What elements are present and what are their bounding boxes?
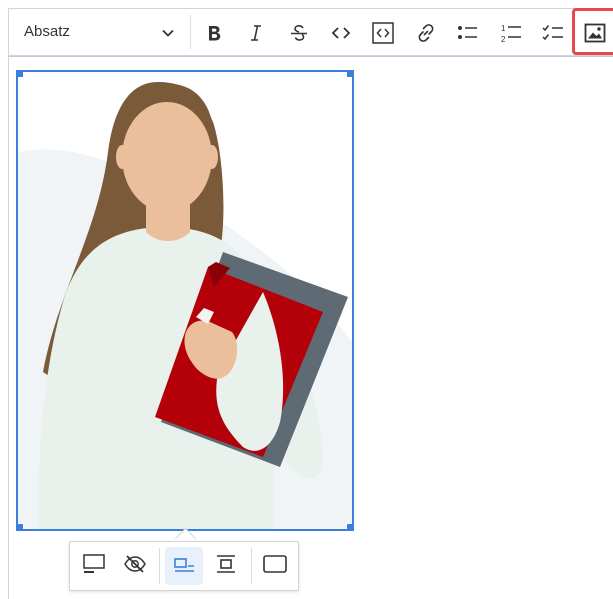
image-toolbar-separator	[251, 548, 252, 584]
italic-icon	[246, 23, 266, 43]
todo-list-icon	[541, 22, 565, 44]
hide-alt-text-button[interactable]	[116, 547, 154, 585]
selected-image[interactable]	[16, 70, 354, 531]
code-block-icon	[371, 21, 395, 45]
toolbar-separator	[190, 15, 191, 49]
link-icon	[415, 22, 437, 44]
numbered-list-icon: 12	[499, 21, 523, 45]
eye-slash-icon	[123, 553, 147, 580]
frame-icon	[262, 553, 288, 580]
align-left-button[interactable]	[165, 547, 203, 585]
resize-image-button[interactable]	[256, 547, 294, 585]
toggle-caption-button[interactable]	[75, 547, 113, 585]
strikethrough-button[interactable]	[282, 16, 316, 50]
strikethrough-icon	[288, 22, 310, 44]
image-contextual-toolbar	[69, 541, 299, 591]
resize-handle-bottom-left[interactable]	[18, 523, 24, 529]
editor-top-border	[8, 56, 613, 57]
image-toolbar-separator	[159, 548, 160, 584]
code-icon	[330, 22, 352, 44]
bold-button[interactable]	[197, 16, 231, 50]
chevron-down-icon	[161, 26, 175, 40]
code-block-button[interactable]	[366, 16, 400, 50]
resize-handle-top-right[interactable]	[346, 72, 352, 78]
paragraph-format-dropdown[interactable]: Absatz	[9, 9, 189, 55]
bold-icon	[204, 23, 224, 43]
caption-icon	[82, 553, 106, 580]
editor-toolbar: Absatz 1 2	[8, 8, 613, 56]
svg-text:2: 2	[501, 35, 506, 44]
align-center-button[interactable]	[207, 547, 245, 585]
bulleted-list-icon	[456, 22, 480, 44]
resize-handle-bottom-right[interactable]	[346, 523, 352, 529]
todo-list-button[interactable]	[536, 16, 570, 50]
numbered-list-button[interactable]: 12	[494, 16, 528, 50]
code-button[interactable]	[324, 16, 358, 50]
svg-text:1: 1	[501, 24, 506, 33]
align-center-icon	[214, 553, 238, 580]
italic-button[interactable]	[239, 16, 273, 50]
bulleted-list-button[interactable]	[451, 16, 485, 50]
resize-handle-top-left[interactable]	[18, 72, 24, 78]
illustration	[18, 82, 352, 529]
insert-image-highlight	[572, 8, 613, 55]
link-button[interactable]	[409, 16, 443, 50]
align-left-icon	[172, 553, 196, 580]
paragraph-format-label: Absatz	[24, 23, 70, 40]
